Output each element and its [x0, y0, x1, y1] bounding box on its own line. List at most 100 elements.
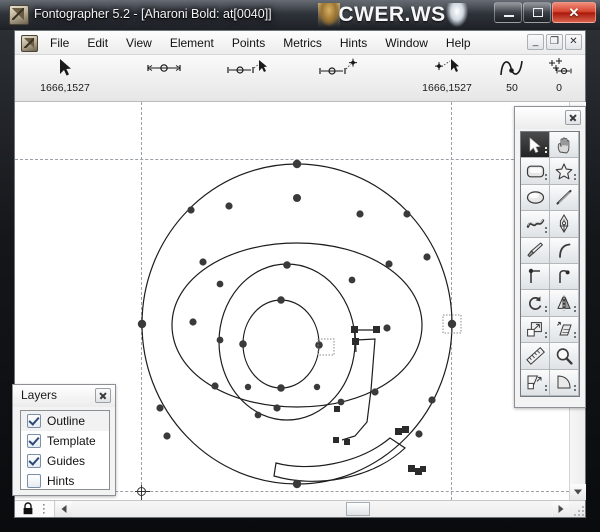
layer-label-guides: Guides [47, 455, 85, 467]
scroll-down-button[interactable] [570, 484, 586, 500]
corner-point-icon [527, 268, 543, 285]
scale-tool[interactable] [521, 317, 550, 343]
layer-row-guides[interactable]: Guides [21, 451, 109, 471]
title-bar: Fontographer 5.2 - [Aharoni Bold: at[004… [0, 0, 600, 30]
layer-row-hints[interactable]: Hints [21, 471, 109, 490]
pen-tool[interactable] [550, 211, 579, 237]
arrow-icon [527, 136, 543, 154]
rectangle-tool[interactable] [521, 158, 550, 184]
tools-palette-close-button[interactable] [565, 110, 581, 125]
layer-label-outline: Outline [47, 415, 85, 427]
document-restore-button[interactable]: ❐ [546, 34, 563, 50]
document-minimize-button[interactable]: _ [527, 34, 544, 50]
scroll-right-button[interactable] [553, 501, 569, 517]
tools-palette-header[interactable] [515, 107, 585, 129]
measure-tool[interactable] [521, 343, 550, 369]
toolbar-item-point-node[interactable] [305, 57, 377, 82]
menu-help[interactable]: Help [437, 34, 480, 52]
status-bar [15, 500, 585, 517]
maximize-button[interactable] [523, 2, 551, 23]
toolbar-label-curve: 50 [490, 82, 534, 94]
arc-shape-icon [555, 374, 573, 390]
toolbar-item-curve[interactable]: 50 [490, 57, 534, 94]
window-resize-grip[interactable] [571, 503, 584, 516]
layer-checkbox-hints[interactable] [27, 474, 41, 488]
flip-tool[interactable] [550, 290, 579, 316]
hand-pan-tool[interactable] [550, 132, 579, 158]
restore-icon: ❐ [550, 37, 559, 47]
application-window: Fontographer 5.2 - [Aharoni Bold: at[004… [0, 0, 600, 532]
document-close-button[interactable]: ✕ [565, 34, 582, 50]
window-title: Fontographer 5.2 - [Aharoni Bold: at[004… [34, 4, 272, 24]
arrow-select-tool[interactable] [521, 132, 550, 158]
lock-cell[interactable] [15, 501, 55, 517]
chevron-right-icon [559, 505, 564, 513]
toolbar-item-selection[interactable]: 1666,1527 [29, 57, 101, 94]
layer-row-template[interactable]: Template [21, 431, 109, 451]
close-button[interactable]: ✕ [552, 2, 596, 23]
ellipse-tool[interactable] [521, 185, 550, 211]
close-icon: ✕ [569, 37, 577, 47]
curve-wave-icon [490, 57, 534, 81]
tangent-point-tool[interactable] [550, 264, 579, 290]
skew-tool[interactable] [550, 317, 579, 343]
rounded-rectangle-icon [526, 164, 545, 179]
knife-tool[interactable] [521, 238, 550, 264]
toolbar-item-point-cursor[interactable] [213, 57, 285, 82]
pen-nib-icon [557, 214, 571, 233]
layer-checkbox-outline[interactable] [27, 414, 41, 428]
close-icon: ✕ [569, 5, 580, 21]
magnifier-icon [555, 347, 573, 365]
star-polygon-tool[interactable] [550, 158, 579, 184]
perspective-tool[interactable] [521, 370, 550, 396]
window-controls: ✕ [493, 2, 596, 24]
toolbar-item-coordinates[interactable]: 1666,1527 [411, 57, 483, 94]
layer-label-hints: Hints [47, 475, 74, 487]
multi-points-icon [537, 57, 581, 81]
freehand-tool[interactable] [521, 211, 550, 237]
document-icon[interactable] [21, 35, 38, 52]
tool-info-bar: 1666,1527 [15, 55, 585, 102]
menu-window[interactable]: Window [376, 34, 437, 52]
menu-metrics[interactable]: Metrics [274, 34, 331, 52]
menu-view[interactable]: View [117, 34, 161, 52]
menu-file[interactable]: File [41, 34, 78, 52]
tangent-point-icon [556, 268, 572, 285]
menu-points[interactable]: Points [223, 34, 274, 52]
line-tool[interactable] [550, 185, 579, 211]
wave-curve-icon [526, 217, 545, 231]
watermark: CWER.WS [322, 1, 462, 29]
menu-hints[interactable]: Hints [331, 34, 376, 52]
toolbar-item-points[interactable] [128, 57, 200, 82]
resize-grip-icon [42, 503, 48, 516]
menu-element[interactable]: Element [161, 34, 223, 52]
tools-grid [520, 131, 580, 397]
layers-palette[interactable]: Layers Outline Template Guides Hints [12, 384, 116, 496]
ruler-icon [526, 347, 545, 365]
zoom-tool[interactable] [550, 343, 579, 369]
canvas-horizontal-scrollbar[interactable] [56, 501, 569, 517]
horizontal-scroll-thumb[interactable] [346, 502, 370, 516]
layer-row-outline[interactable]: Outline [21, 411, 109, 431]
rotate-tool[interactable] [521, 290, 550, 316]
watermark-figure-left [318, 3, 340, 27]
layers-palette-header[interactable]: Layers [13, 385, 115, 407]
point-handles-icon [128, 57, 200, 81]
skew-icon [555, 321, 573, 338]
layers-palette-close-button[interactable] [95, 388, 111, 403]
chevron-down-icon [574, 490, 582, 495]
tools-palette[interactable] [514, 106, 586, 408]
toolbar-item-hints[interactable]: 0 [537, 57, 581, 94]
knife-icon [526, 241, 544, 259]
app-icon [9, 5, 29, 25]
scroll-left-button[interactable] [56, 501, 72, 517]
curve-point-tool[interactable] [550, 238, 579, 264]
chevron-left-icon [62, 505, 67, 513]
menu-edit[interactable]: Edit [78, 34, 117, 52]
corner-point-tool[interactable] [521, 264, 550, 290]
arc-tool[interactable] [550, 370, 579, 396]
layer-checkbox-guides[interactable] [27, 454, 41, 468]
layer-checkbox-template[interactable] [27, 434, 41, 448]
layers-palette-title: Layers [21, 388, 57, 402]
minimize-button[interactable] [494, 2, 522, 23]
